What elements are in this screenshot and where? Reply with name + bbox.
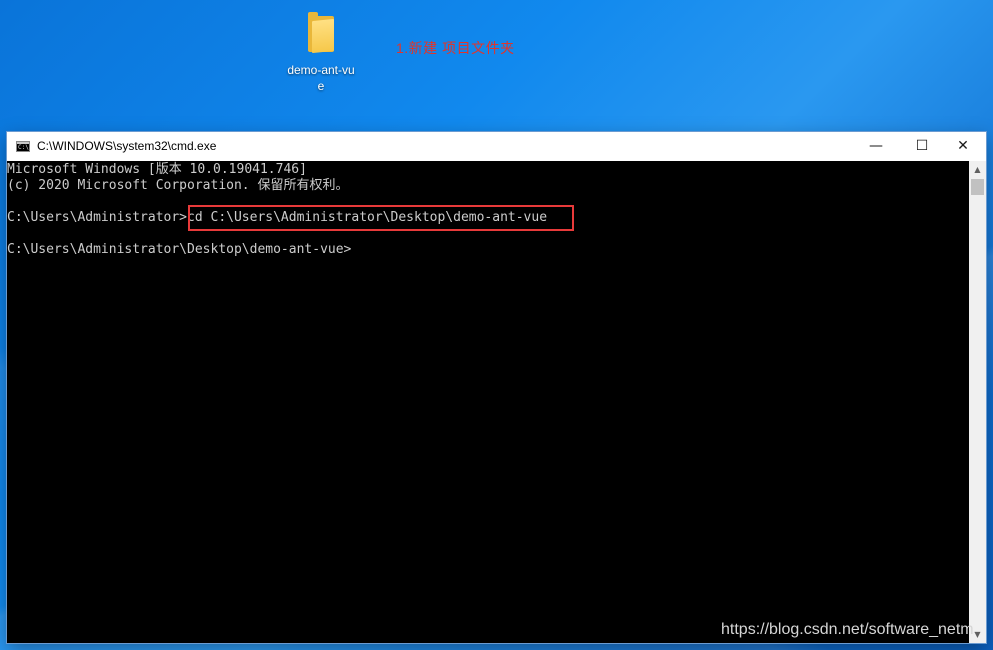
maximize-button[interactable]: ☐ (899, 132, 945, 161)
folder-icon (306, 12, 336, 54)
window-title: C:\WINDOWS\system32\cmd.exe (37, 139, 217, 153)
title-bar[interactable]: C:\ C:\WINDOWS\system32\cmd.exe — ☐ ✕ (7, 132, 986, 161)
watermark: https://blog.csdn.net/software_netm (721, 621, 974, 638)
annotation-text: 1.新建 项目文件夹 (396, 40, 515, 56)
console-line-version: Microsoft Windows [版本 10.0.19041.746] (7, 162, 307, 177)
scroll-up-icon[interactable]: ▲ (969, 161, 986, 178)
cmd-app-icon[interactable]: C:\ (16, 141, 30, 152)
close-button[interactable]: ✕ (940, 132, 986, 161)
vertical-scrollbar[interactable]: ▲ ▼ (969, 161, 986, 643)
console-line-prompt: C:\Users\Administrator\Desktop\demo-ant-… (7, 242, 352, 257)
command-highlight-box (188, 205, 574, 231)
console-line-copyright: (c) 2020 Microsoft Corporation. 保留所有权利。 (7, 178, 349, 193)
app-icon-text: C:\ (18, 144, 29, 151)
folder-label: demo-ant-vue (287, 63, 355, 93)
cmd-window: C:\ C:\WINDOWS\system32\cmd.exe — ☐ ✕ Mi… (7, 132, 986, 643)
minimize-button[interactable]: — (853, 132, 899, 161)
scroll-thumb[interactable] (971, 179, 984, 195)
desktop-folder-demo-ant-vue[interactable]: demo-ant-vue (283, 8, 359, 94)
console-output[interactable]: Microsoft Windows [版本 10.0.19041.746] (c… (7, 161, 969, 643)
